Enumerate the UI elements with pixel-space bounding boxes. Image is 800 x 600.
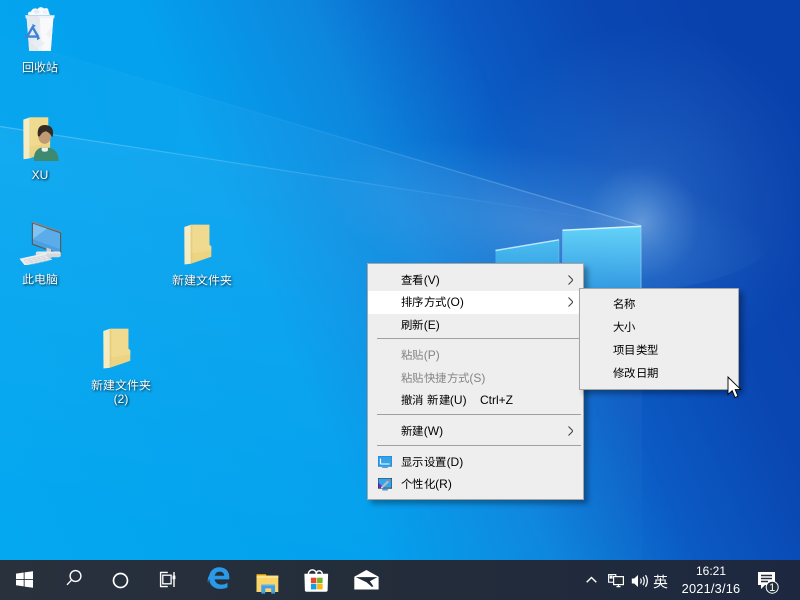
- svg-text:1: 1: [769, 582, 775, 594]
